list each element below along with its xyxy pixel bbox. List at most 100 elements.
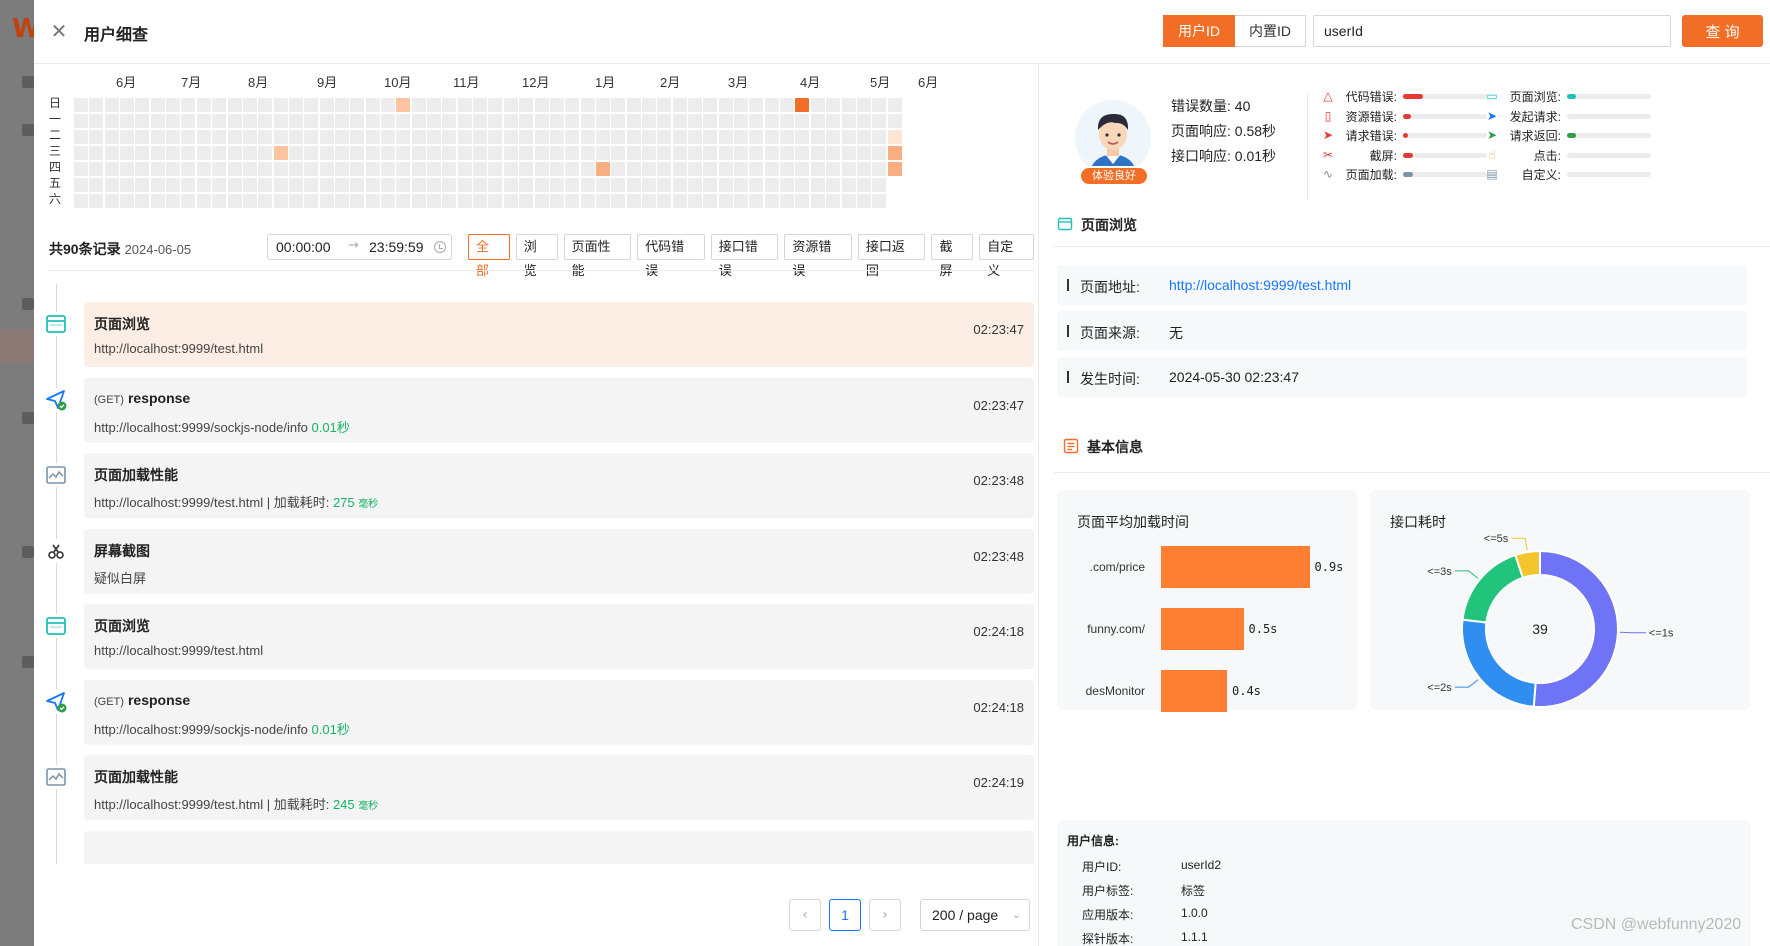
bar[interactable]	[1161, 670, 1227, 712]
timeline-card[interactable]: 屏幕截图 疑似白屏 02:23:48	[84, 528, 1034, 594]
heatmap-cell[interactable]	[104, 114, 119, 128]
filter-chip[interactable]: 自定义	[979, 234, 1034, 278]
heatmap-cell[interactable]	[166, 194, 181, 208]
heatmap-cell[interactable]	[734, 162, 749, 176]
heatmap-cell[interactable]	[565, 130, 580, 144]
heatmap-cell[interactable]	[442, 114, 457, 128]
heatmap-cell[interactable]	[258, 194, 273, 208]
heatmap-cell[interactable]	[565, 98, 580, 112]
heatmap-cell[interactable]	[411, 178, 426, 192]
timeline-card[interactable]: 页面浏览 http://localhost:9999/test.html 02:24…	[84, 604, 1034, 669]
heatmap-cell[interactable]	[89, 146, 104, 160]
heatmap-cell[interactable]	[365, 114, 380, 128]
heatmap-cell[interactable]	[150, 194, 165, 208]
heatmap-cell[interactable]	[74, 98, 88, 112]
heatmap-cell[interactable]	[626, 130, 641, 144]
heatmap-cell[interactable]	[657, 114, 672, 128]
heatmap-cell[interactable]	[810, 146, 825, 160]
heatmap-cell[interactable]	[565, 146, 580, 160]
heatmap-cell[interactable]	[856, 178, 871, 192]
heatmap-cell[interactable]	[764, 146, 779, 160]
heatmap-cell[interactable]	[212, 130, 227, 144]
heatmap-cell[interactable]	[181, 194, 196, 208]
heatmap-cell[interactable]	[872, 194, 887, 208]
heatmap-cell[interactable]	[104, 130, 119, 144]
heatmap-cell[interactable]	[427, 194, 442, 208]
heatmap-cell[interactable]	[826, 130, 841, 144]
heatmap-cell[interactable]	[304, 162, 319, 176]
heatmap-cell[interactable]	[580, 178, 595, 192]
heatmap-cell[interactable]	[534, 146, 549, 160]
heatmap-cell[interactable]	[764, 114, 779, 128]
heatmap-cell[interactable]	[242, 98, 257, 112]
bar[interactable]	[1161, 546, 1310, 588]
heatmap-cell[interactable]	[350, 114, 365, 128]
heatmap-cell[interactable]	[381, 114, 395, 128]
page-size-select[interactable]: 200 / page ⌄	[920, 899, 1030, 931]
heatmap-cell[interactable]	[688, 194, 702, 208]
heatmap-cell[interactable]	[488, 178, 503, 192]
donut-slice[interactable]	[1461, 553, 1525, 624]
heatmap-cell[interactable]	[396, 178, 411, 192]
close-icon[interactable]: ✕	[48, 20, 70, 42]
heatmap-cell[interactable]	[734, 178, 749, 192]
heatmap-cell[interactable]	[549, 162, 564, 176]
heatmap-cell[interactable]	[442, 162, 457, 176]
heatmap-cell[interactable]	[703, 178, 718, 192]
timeline-card[interactable]: (GET) response http://localhost:9999/sockj…	[84, 377, 1034, 443]
heatmap-cell[interactable]	[120, 146, 135, 160]
heatmap-cell[interactable]	[381, 194, 395, 208]
timeline-card[interactable]: (GET) response http://localhost:9999/sockj…	[84, 679, 1034, 745]
heatmap-cell[interactable]	[641, 146, 656, 160]
heatmap-cell[interactable]	[350, 146, 365, 160]
heatmap-cell[interactable]	[89, 98, 104, 112]
heatmap-cell[interactable]	[826, 114, 841, 128]
heatmap-cell[interactable]	[89, 194, 104, 208]
heatmap-cell[interactable]	[120, 98, 135, 112]
heatmap-cell[interactable]	[120, 178, 135, 192]
heatmap-cell[interactable]	[856, 194, 871, 208]
heatmap-cell[interactable]	[734, 130, 749, 144]
heatmap-cell[interactable]	[626, 98, 641, 112]
heatmap-cell[interactable]	[672, 98, 687, 112]
heatmap-cell[interactable]	[749, 114, 764, 128]
heatmap-cell[interactable]	[565, 162, 580, 176]
heatmap-cell[interactable]	[288, 98, 303, 112]
heatmap-cell[interactable]	[334, 178, 349, 192]
heatmap-cell[interactable]	[503, 98, 518, 112]
heatmap-cell[interactable]	[319, 178, 334, 192]
heatmap-cell[interactable]	[488, 114, 503, 128]
heatmap-cell[interactable]	[227, 98, 242, 112]
heatmap-cell[interactable]	[74, 130, 88, 144]
heatmap-cell[interactable]	[749, 162, 764, 176]
heatmap-cell[interactable]	[611, 130, 626, 144]
heatmap-cell[interactable]	[657, 194, 672, 208]
heatmap-cell[interactable]	[580, 114, 595, 128]
heatmap-cell[interactable]	[89, 178, 104, 192]
heatmap-cell[interactable]	[718, 114, 733, 128]
heatmap-cell[interactable]	[780, 114, 795, 128]
heatmap-cell[interactable]	[856, 114, 871, 128]
heatmap-cell[interactable]	[595, 194, 610, 208]
heatmap-cell[interactable]	[503, 130, 518, 144]
heatmap-cell[interactable]	[74, 114, 88, 128]
heatmap-cell[interactable]	[626, 178, 641, 192]
heatmap-cell[interactable]	[795, 178, 810, 192]
heatmap-cell[interactable]	[74, 146, 88, 160]
heatmap-cell[interactable]	[319, 146, 334, 160]
heatmap-cell[interactable]	[503, 194, 518, 208]
query-button[interactable]: 查 询	[1682, 15, 1763, 47]
heatmap-cell[interactable]	[212, 114, 227, 128]
heatmap-cell[interactable]	[473, 114, 488, 128]
heatmap-cell[interactable]	[427, 114, 442, 128]
heatmap-cell[interactable]	[304, 178, 319, 192]
heatmap-cell[interactable]	[764, 162, 779, 176]
heatmap-cell[interactable]	[212, 146, 227, 160]
heatmap-cell[interactable]	[734, 114, 749, 128]
heatmap-cell[interactable]	[549, 98, 564, 112]
heatmap-cell[interactable]	[657, 162, 672, 176]
heatmap-cell[interactable]	[641, 98, 656, 112]
heatmap-cell[interactable]	[212, 162, 227, 176]
heatmap-cell[interactable]	[780, 130, 795, 144]
bar[interactable]	[1161, 608, 1244, 650]
